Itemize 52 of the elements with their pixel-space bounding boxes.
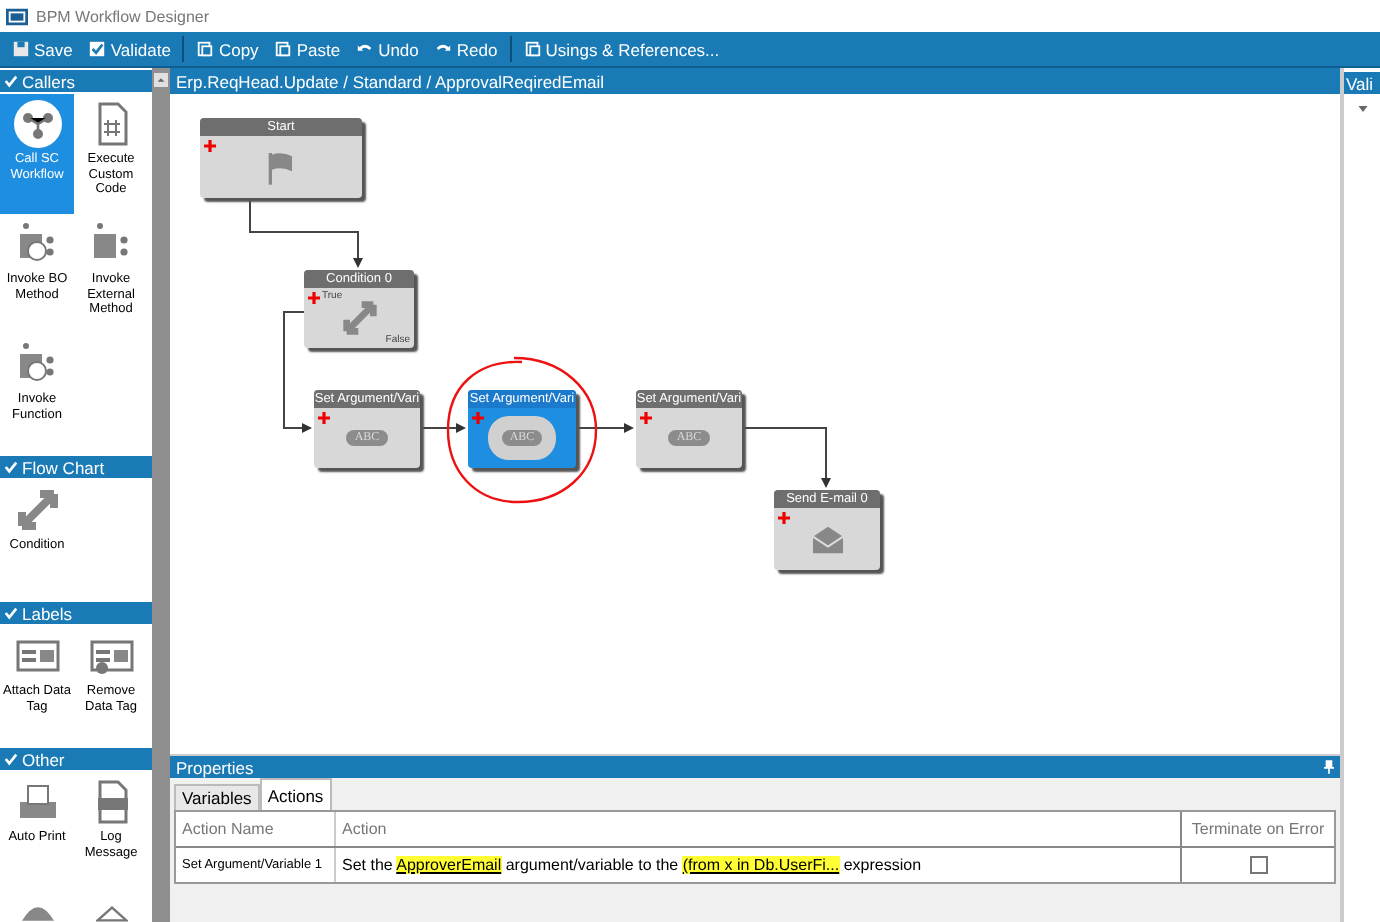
- dome-tool-icon: [21, 906, 53, 922]
- toolbar-button[interactable]: Validate: [80, 37, 179, 61]
- app-logo-icon: [6, 7, 28, 25]
- breadcrumb-path: Erp.ReqHead.Update / Standard / ApprovalReqiredEmail: [176, 71, 605, 91]
- toolbar-button[interactable]: Save: [4, 37, 81, 61]
- plus-icon[interactable]: [778, 512, 790, 524]
- section-header[interactable]: Other: [0, 748, 152, 770]
- section-header[interactable]: Labels: [0, 602, 152, 624]
- window-title: BPM Workflow Designer: [36, 7, 210, 25]
- section-title: Labels: [22, 603, 73, 623]
- section-title: Callers: [22, 71, 75, 91]
- dropdown-arrow-icon[interactable]: [1357, 106, 1367, 112]
- column-header: Action: [336, 812, 1182, 846]
- connector-arrow: [741, 427, 831, 488]
- section-header[interactable]: Callers: [0, 70, 152, 92]
- toolbar-button[interactable]: Redo: [426, 37, 506, 61]
- plus-icon[interactable]: [472, 412, 484, 424]
- connector-arrow: [419, 423, 466, 433]
- expression-link[interactable]: ApproverEmail: [396, 856, 502, 874]
- plus-icon[interactable]: [308, 292, 320, 304]
- panel-title: Vali: [1346, 73, 1374, 93]
- action-description: Set the ApproverEmail argument/variable to the (from x in Db.UserFi... expression: [342, 856, 922, 874]
- document-icon: [523, 40, 542, 58]
- toolbar-button[interactable]: Copy: [188, 37, 267, 61]
- scrollbar[interactable]: [152, 68, 170, 922]
- toolbar-button[interactable]: Usings & References...: [515, 37, 728, 61]
- plus-icon[interactable]: [204, 140, 216, 152]
- tab[interactable]: Actions: [259, 778, 332, 810]
- toolbar-button[interactable]: Paste: [266, 37, 349, 61]
- condition-tool-icon: [13, 486, 61, 534]
- column-header: Terminate on Error: [1189, 818, 1327, 842]
- column-header: Action Name: [176, 812, 336, 846]
- checkbox[interactable]: [1249, 856, 1267, 874]
- tab[interactable]: Variables: [174, 784, 260, 810]
- scroll-up-icon[interactable]: [154, 72, 168, 88]
- pin-icon[interactable]: [1324, 760, 1334, 774]
- document-icon: [274, 40, 293, 58]
- section-title: Flow Chart: [22, 457, 105, 477]
- plus-icon[interactable]: [318, 412, 330, 424]
- plus-icon[interactable]: [640, 412, 652, 424]
- toolbar-button[interactable]: Undo: [348, 37, 427, 61]
- expression-link[interactable]: (from x in Db.UserFi...: [682, 856, 840, 874]
- checkbox-icon: [88, 40, 107, 58]
- section-header[interactable]: Flow Chart: [0, 456, 152, 478]
- section-title: Other: [22, 749, 65, 769]
- connector-arrow: [249, 197, 363, 268]
- diagonal-arrows-icon: [339, 298, 379, 338]
- document-icon: [196, 40, 215, 58]
- connector-arrow: [283, 311, 312, 433]
- panel-title: Properties: [176, 757, 254, 777]
- workflow-tool-icon: [13, 100, 61, 148]
- connector-arrow: [575, 423, 634, 433]
